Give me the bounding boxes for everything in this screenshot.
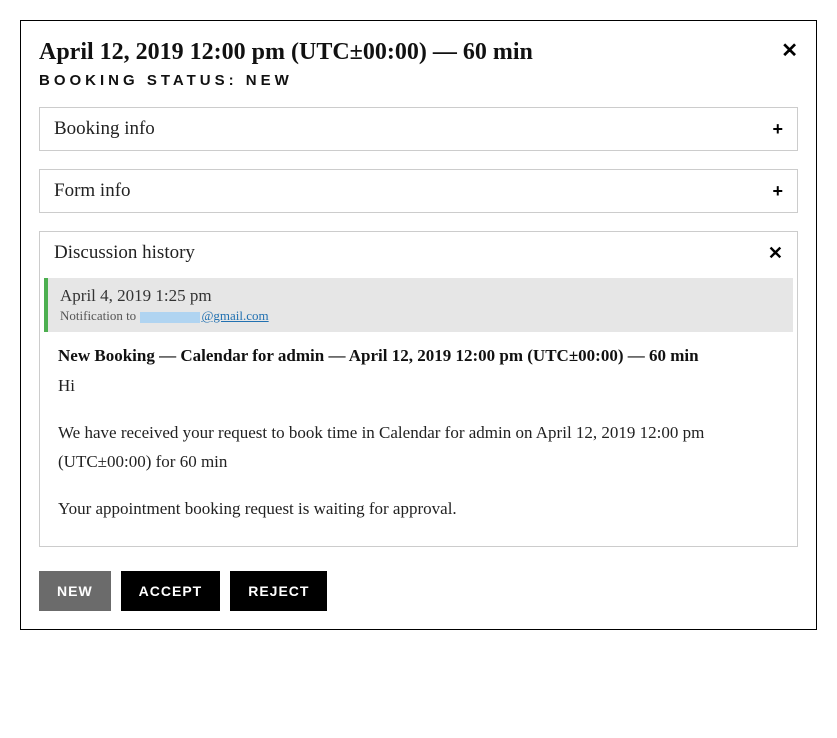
booking-modal: April 12, 2019 12:00 pm (UTC±00:00) — 60… xyxy=(20,20,817,630)
action-buttons: New Accept Reject xyxy=(39,571,798,611)
collapse-icon: ✕ xyxy=(768,243,783,264)
recipient-email-link[interactable]: @gmail.com xyxy=(139,308,268,323)
accept-button[interactable]: Accept xyxy=(121,571,221,611)
email-domain: @gmail.com xyxy=(201,308,268,323)
close-icon[interactable]: ✕ xyxy=(781,41,798,61)
entry-timestamp: April 4, 2019 1:25 pm xyxy=(60,286,781,306)
notification-recipient: Notification to @gmail.com xyxy=(60,308,781,324)
discussion-history-section: Discussion history ✕ April 4, 2019 1:25 … xyxy=(39,231,798,547)
message-body[interactable]: New Booking — Calendar for admin — April… xyxy=(44,336,793,542)
modal-title: April 12, 2019 12:00 pm (UTC±00:00) — 60… xyxy=(39,39,798,66)
message-text: Hi We have received your request to book… xyxy=(58,372,779,524)
message-paragraph: We have received your request to book ti… xyxy=(58,419,779,477)
message-greeting: Hi xyxy=(58,372,779,401)
expand-icon: + xyxy=(772,119,783,140)
notif-prefix: Notification to xyxy=(60,308,139,323)
new-button[interactable]: New xyxy=(39,571,111,611)
accordion-label: Form info xyxy=(54,180,131,202)
reject-button[interactable]: Reject xyxy=(230,571,327,611)
expand-icon: + xyxy=(772,181,783,202)
modal-header: April 12, 2019 12:00 pm (UTC±00:00) — 60… xyxy=(39,39,798,89)
message-subject: New Booking — Calendar for admin — April… xyxy=(58,346,779,366)
accordion-label: Booking info xyxy=(54,118,155,140)
form-info-accordion[interactable]: Form info + xyxy=(39,169,798,213)
booking-status: BOOKING STATUS: NEW xyxy=(39,72,798,89)
discussion-history-accordion[interactable]: Discussion history ✕ xyxy=(40,232,797,274)
discussion-entry-header: April 4, 2019 1:25 pm Notification to @g… xyxy=(44,278,793,332)
accordion-label: Discussion history xyxy=(54,242,195,264)
redacted-name xyxy=(140,312,200,323)
message-paragraph: Your appointment booking request is wait… xyxy=(58,495,779,524)
booking-info-accordion[interactable]: Booking info + xyxy=(39,107,798,151)
